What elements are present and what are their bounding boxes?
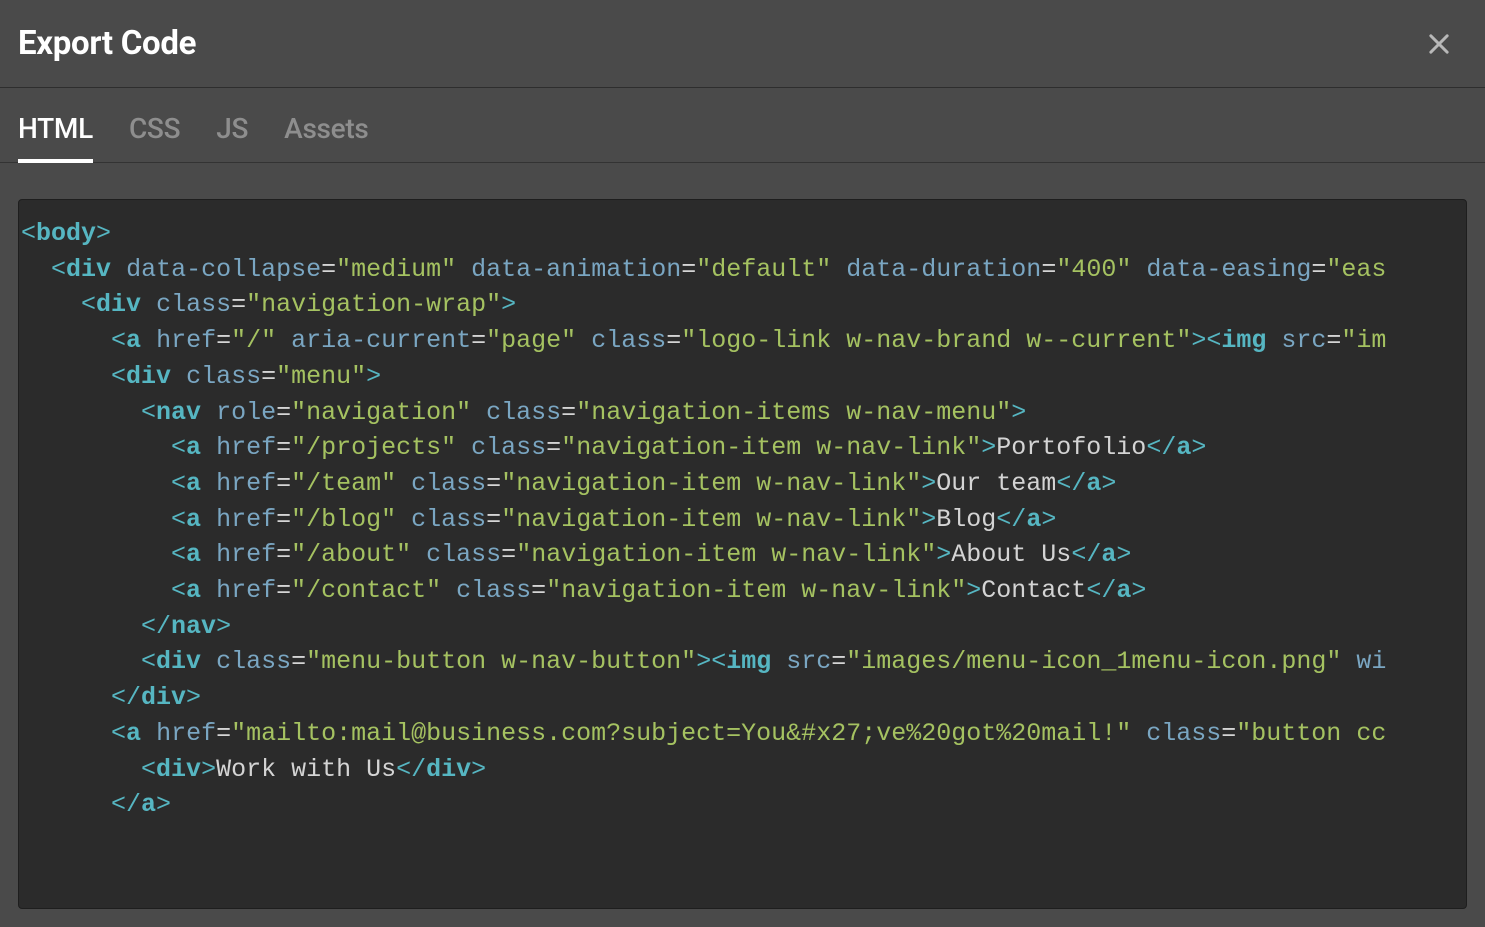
code-line: <div class="menu"> — [21, 359, 1466, 395]
tab-js[interactable]: JS — [216, 112, 248, 162]
tab-assets[interactable]: Assets — [284, 112, 368, 162]
tabs-bar: HTML CSS JS Assets — [0, 88, 1485, 163]
modal-title: Export Code — [18, 24, 196, 63]
code-block: <body> <div data-collapse="medium" data-… — [19, 216, 1466, 823]
code-line: <div class="menu-button w-nav-button"><i… — [21, 644, 1466, 680]
code-line: <div data-collapse="medium" data-animati… — [21, 252, 1466, 288]
code-line: <a href="mailto:mail@business.com?subjec… — [21, 716, 1466, 752]
tab-css[interactable]: CSS — [129, 112, 180, 162]
code-line: <div class="navigation-wrap"> — [21, 287, 1466, 323]
modal-header: Export Code — [0, 0, 1485, 88]
code-line: <a href="/blog" class="navigation-item w… — [21, 502, 1466, 538]
code-line: </a> — [21, 787, 1466, 823]
code-line: <div>Work with Us</div> — [21, 752, 1466, 788]
code-line: <nav role="navigation" class="navigation… — [21, 395, 1466, 431]
code-line: </div> — [21, 680, 1466, 716]
close-icon[interactable] — [1425, 30, 1453, 58]
code-line: <a href="/projects" class="navigation-it… — [21, 430, 1466, 466]
code-preview[interactable]: <body> <div data-collapse="medium" data-… — [18, 199, 1467, 909]
code-line: <a href="/" aria-current="page" class="l… — [21, 323, 1466, 359]
code-line: </nav> — [21, 609, 1466, 645]
code-line: <body> — [21, 216, 1466, 252]
export-code-modal: Export Code HTML CSS JS Assets <body> <d… — [0, 0, 1485, 927]
code-line: <a href="/team" class="navigation-item w… — [21, 466, 1466, 502]
code-line: <a href="/about" class="navigation-item … — [21, 537, 1466, 573]
code-line: <a href="/contact" class="navigation-ite… — [21, 573, 1466, 609]
tab-html[interactable]: HTML — [18, 112, 93, 163]
